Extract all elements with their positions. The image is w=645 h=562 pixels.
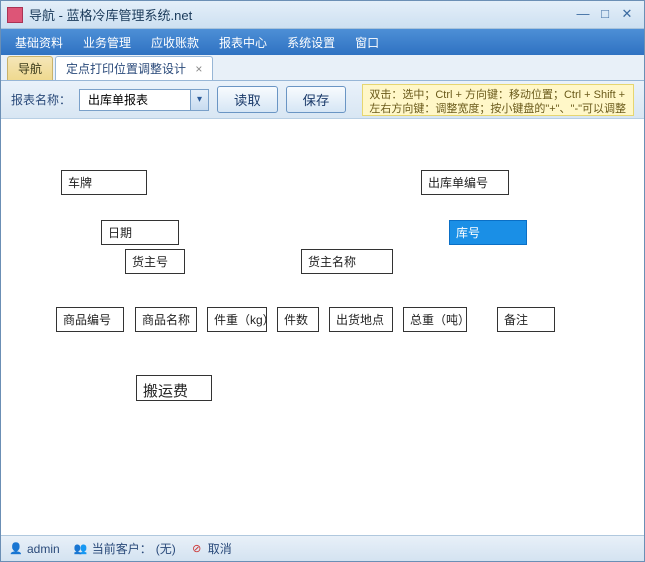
report-name-combo[interactable]: 出库单报表 ▾ [79, 89, 209, 111]
field-remark[interactable]: 备注 [497, 307, 555, 332]
status-user-value: admin [27, 542, 60, 556]
menu-basic-data[interactable]: 基础资料 [5, 30, 73, 55]
field-date[interactable]: 日期 [101, 220, 179, 245]
toolbar: 报表名称： 出库单报表 ▾ 读取 保存 双击：选中；Ctrl + 方向键：移动位… [1, 81, 644, 119]
field-store-no[interactable]: 库号 [449, 220, 527, 245]
status-customer: 👥 当前客户： (无) [74, 540, 176, 557]
menubar: 基础资料 业务管理 应收账款 报表中心 系统设置 窗口 [1, 29, 644, 55]
user-icon: 👤 [9, 542, 23, 556]
hint-box: 双击：选中；Ctrl + 方向键：移动位置；Ctrl + Shift + 左右方… [362, 84, 634, 116]
window-title: 导航 - 蓝格冷库管理系统.net [29, 5, 572, 24]
field-product-name[interactable]: 商品名称 [135, 307, 197, 332]
menu-system[interactable]: 系统设置 [277, 30, 345, 55]
app-window: 导航 - 蓝格冷库管理系统.net — □ ✕ 基础资料 业务管理 应收账款 报… [0, 0, 645, 562]
tab-label: 定点打印位置调整设计 [66, 62, 186, 76]
close-button[interactable]: ✕ [616, 6, 638, 24]
save-button[interactable]: 保存 [286, 86, 347, 113]
titlebar: 导航 - 蓝格冷库管理系统.net — □ ✕ [1, 1, 644, 29]
status-customer-value: (无) [156, 540, 176, 557]
field-ship-location[interactable]: 出货地点 [329, 307, 393, 332]
field-owner-no[interactable]: 货主号 [125, 249, 185, 274]
status-user: 👤 admin [9, 542, 60, 556]
field-license-plate[interactable]: 车牌 [61, 170, 147, 195]
field-outbound-no[interactable]: 出库单编号 [421, 170, 509, 195]
field-owner-name[interactable]: 货主名称 [301, 249, 393, 274]
menu-window[interactable]: 窗口 [345, 30, 389, 55]
cancel-icon: ⊘ [190, 542, 204, 556]
status-cancel-label: 取消 [208, 540, 232, 557]
menu-business[interactable]: 业务管理 [73, 30, 141, 55]
status-customer-label: 当前客户： [92, 540, 152, 557]
tab-label: 导航 [18, 62, 42, 76]
menu-receivables[interactable]: 应收账款 [141, 30, 209, 55]
tab-nav[interactable]: 导航 [7, 56, 53, 80]
status-cancel[interactable]: ⊘ 取消 [190, 540, 232, 557]
chevron-down-icon[interactable]: ▾ [190, 90, 208, 110]
tab-close-icon[interactable]: × [195, 62, 202, 76]
field-product-no[interactable]: 商品编号 [56, 307, 124, 332]
statusbar: 👤 admin 👥 当前客户： (无) ⊘ 取消 [1, 535, 644, 561]
app-icon [7, 7, 23, 23]
report-name-label: 报表名称： [11, 91, 71, 108]
field-pieces[interactable]: 件数 [277, 307, 319, 332]
design-canvas[interactable]: 车牌 出库单编号 日期 库号 货主号 货主名称 商品编号 商品名称 件重（kg）… [1, 119, 644, 535]
field-total-ton[interactable]: 总重（吨） [403, 307, 467, 332]
read-button[interactable]: 读取 [217, 86, 278, 113]
maximize-button[interactable]: □ [594, 6, 616, 24]
person-icon: 👥 [74, 542, 88, 556]
tab-print-layout[interactable]: 定点打印位置调整设计 × [55, 56, 213, 80]
tabstrip: 导航 定点打印位置调整设计 × [1, 55, 644, 81]
menu-reports[interactable]: 报表中心 [209, 30, 277, 55]
field-handling-fee[interactable]: 搬运费 [136, 375, 212, 401]
field-weight-kg[interactable]: 件重（kg） [207, 307, 267, 332]
report-name-value: 出库单报表 [80, 91, 190, 108]
minimize-button[interactable]: — [572, 6, 594, 24]
